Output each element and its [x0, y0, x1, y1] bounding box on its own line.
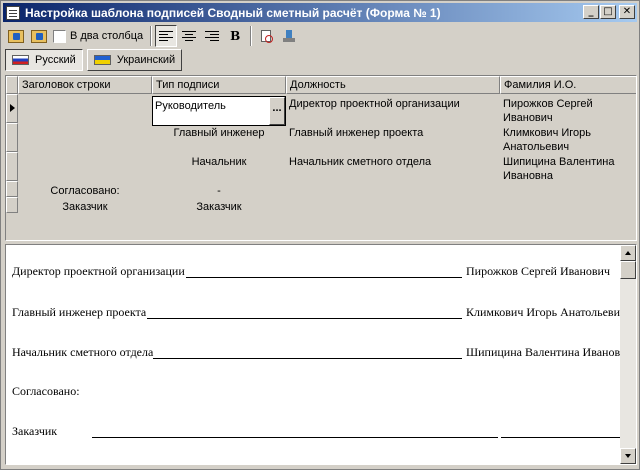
signature-line [153, 358, 462, 359]
add-folder-button[interactable] [5, 25, 27, 47]
preview-name-text: Шипицина Валентина Ивановна [466, 345, 632, 359]
row-indicator[interactable] [6, 181, 18, 197]
align-center-icon [182, 30, 197, 42]
current-row-arrow-icon [10, 104, 15, 112]
signature-template-window: Настройка шаблона подписей Сводный сметн… [0, 0, 640, 470]
table-cell-position[interactable]: Начальник сметного отдела [289, 155, 431, 169]
signature-line [501, 437, 621, 438]
language-tabs: Русский Украинский [5, 49, 186, 71]
remove-folder-button[interactable] [28, 25, 50, 47]
two-columns-checkbox[interactable] [53, 29, 66, 43]
window-icon [6, 5, 20, 20]
align-left-icon [159, 30, 174, 42]
column-header-full-name[interactable]: Фамилия И.О. [500, 76, 636, 94]
close-button[interactable]: ✕ [619, 5, 635, 19]
signature-type-editor[interactable]: Руководитель ... [152, 96, 286, 126]
tab-label: Русский [35, 54, 76, 66]
two-columns-option[interactable]: В два столбца [53, 29, 144, 43]
table-cell-header[interactable]: Согласовано: [18, 184, 152, 198]
bold-icon: B [230, 29, 241, 43]
tab-label: Украинский [116, 54, 176, 66]
toolbar-separator [250, 26, 253, 46]
row-indicator[interactable] [6, 123, 18, 152]
table-cell-header[interactable]: Заказчик [18, 200, 152, 214]
table-cell-type[interactable]: Главный инженер [152, 126, 286, 140]
bold-button[interactable]: B [224, 25, 246, 47]
tab-ukrainian[interactable]: Украинский [86, 49, 183, 71]
two-columns-label: В два столбца [70, 30, 144, 42]
table-cell-name[interactable]: Пирожков Сергей Иванович [503, 97, 623, 125]
signature-line [92, 437, 498, 438]
signature-line [186, 277, 462, 278]
toolbar-separator [150, 26, 153, 46]
table-cell-type[interactable]: Руководитель [155, 99, 226, 113]
table-cell-type[interactable]: Начальник [152, 155, 286, 169]
preview-position-text: Директор проектной организации [12, 264, 185, 278]
table-cell-position[interactable]: Директор проектной организации [289, 97, 460, 111]
align-center-button[interactable] [178, 25, 200, 47]
table-cell-name[interactable]: Шипицина Валентина Ивановна [503, 155, 623, 183]
column-header-row-title[interactable]: Заголовок строки [18, 76, 152, 94]
clear-icon [259, 29, 274, 43]
scroll-thumb[interactable] [620, 261, 636, 279]
toolbar: В два столбца B [5, 25, 637, 47]
tab-russian[interactable]: Русский [5, 49, 83, 71]
scroll-down-button[interactable] [620, 448, 636, 464]
table-cell-name[interactable]: Климкович Игорь Анатольевич [503, 126, 623, 154]
preview-position-text: Начальник сметного отдела [12, 345, 154, 359]
preview-position-text: Главный инженер проекта [12, 305, 147, 319]
stamp-button[interactable] [278, 25, 300, 47]
signatures-grid[interactable]: Заголовок строки Тип подписи Должность Ф… [5, 75, 637, 241]
align-right-icon [205, 30, 220, 42]
remove-folder-icon [31, 29, 47, 43]
indicator-header [6, 76, 18, 94]
align-left-button[interactable] [155, 25, 178, 47]
table-cell-position[interactable]: Главный инженер проекта [289, 126, 423, 140]
preview-header-text: Согласовано: [12, 384, 80, 398]
preview-name-text: Пирожков Сергей Иванович [466, 264, 610, 278]
column-header-position[interactable]: Должность [286, 76, 500, 94]
maximize-button[interactable]: □ [600, 5, 616, 19]
window-title: Настройка шаблона подписей Сводный сметн… [25, 5, 441, 20]
preview-name-text: Климкович Игорь Анатольевич [466, 305, 627, 319]
row-indicators [6, 94, 18, 213]
grid-header: Заголовок строки Тип подписи Должность Ф… [6, 76, 636, 94]
add-folder-icon [8, 29, 24, 43]
preview-header-text: Заказчик [12, 424, 58, 438]
signature-preview: Директор проектной организации Пирожков … [5, 244, 637, 465]
minimize-button[interactable]: _ [583, 5, 599, 19]
table-cell-type[interactable]: Заказчик [152, 200, 286, 214]
table-cell-type[interactable]: - [152, 184, 286, 198]
russia-flag-icon [12, 55, 29, 65]
arrow-up-icon [625, 251, 631, 255]
column-header-signature-type[interactable]: Тип подписи [152, 76, 286, 94]
arrow-down-icon [625, 454, 631, 458]
signature-line [147, 318, 462, 319]
stamp-icon [282, 29, 296, 43]
row-indicator-current[interactable] [6, 94, 18, 123]
preview-scrollbar[interactable] [620, 245, 636, 464]
scroll-up-button[interactable] [620, 245, 636, 261]
title-bar: Настройка шаблона подписей Сводный сметн… [3, 3, 637, 22]
row-indicator[interactable] [6, 152, 18, 181]
ukraine-flag-icon [93, 55, 111, 65]
window-controls: _ □ ✕ [582, 5, 635, 19]
clear-button[interactable] [255, 25, 277, 47]
ellipsis-button[interactable]: ... [269, 97, 285, 125]
row-indicator[interactable] [6, 197, 18, 213]
align-right-button[interactable] [201, 25, 223, 47]
